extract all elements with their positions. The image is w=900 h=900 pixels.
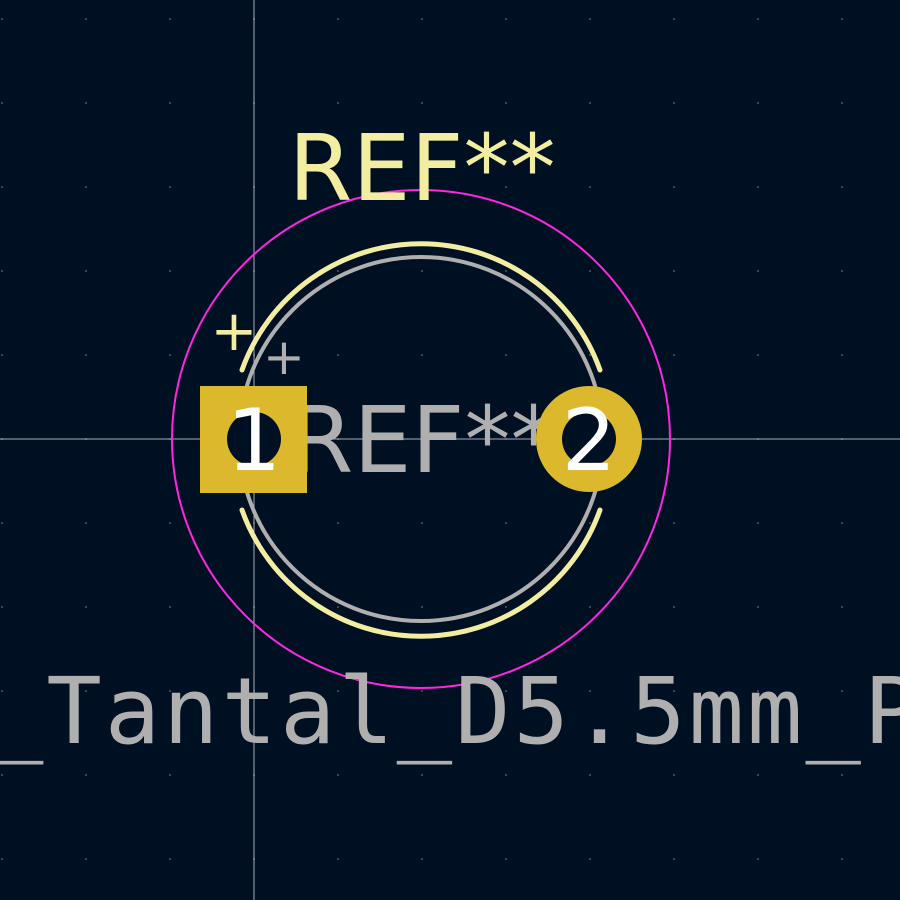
grid-dot (337, 102, 339, 104)
grid-dot (1, 18, 3, 20)
grid-dot (421, 774, 423, 776)
grid-dot (589, 774, 591, 776)
grid-dot (505, 270, 507, 272)
grid-dot (169, 186, 171, 188)
grid-dot (757, 18, 759, 20)
grid-dot (673, 270, 675, 272)
grid-dot (505, 102, 507, 104)
grid-dot (757, 606, 759, 608)
silkscreen-polarity-mark: + (211, 299, 258, 364)
grid-dot (757, 354, 759, 356)
grid-dot (505, 522, 507, 524)
grid-dot (505, 606, 507, 608)
grid-dot (841, 18, 843, 20)
grid-dot (673, 102, 675, 104)
grid-dot (85, 102, 87, 104)
grid-dot (1, 858, 3, 860)
grid-dot (421, 522, 423, 524)
grid-dot (589, 354, 591, 356)
grid-dot (673, 774, 675, 776)
grid-dot (421, 270, 423, 272)
grid-dot (85, 522, 87, 524)
grid-dot (169, 102, 171, 104)
grid-dot (421, 102, 423, 104)
grid-dot (673, 18, 675, 20)
grid-dot (85, 354, 87, 356)
grid-dot (337, 18, 339, 20)
fab-polarity-mark: + (263, 328, 305, 386)
grid-dot (169, 354, 171, 356)
grid-dot (85, 774, 87, 776)
grid-dot (169, 270, 171, 272)
pcb-footprint-canvas[interactable]: + + REF** REF** 1 2 _Tantal_D5.5mm_P (0, 0, 900, 900)
grid-dot (841, 102, 843, 104)
grid-dot (169, 522, 171, 524)
grid-dot (757, 522, 759, 524)
grid-dot (673, 858, 675, 860)
grid-dot (505, 858, 507, 860)
grid-dot (1, 186, 3, 188)
grid-dot (841, 186, 843, 188)
grid-dot (757, 270, 759, 272)
grid-dot (85, 270, 87, 272)
pad-2-number: 2 (562, 391, 617, 491)
grid-dot (757, 858, 759, 860)
grid-dot (337, 354, 339, 356)
grid-dot (673, 606, 675, 608)
grid-dot (85, 606, 87, 608)
grid-dot (169, 606, 171, 608)
grid-dot (589, 102, 591, 104)
grid-dot (421, 354, 423, 356)
fab-reference-text[interactable]: REF** (290, 387, 557, 494)
grid-dot (421, 18, 423, 20)
pad-1[interactable]: 1 (200, 386, 307, 493)
footprint-view[interactable]: + + REF** REF** 1 2 _Tantal_D5.5mm_P (0, 0, 900, 900)
grid-dot (841, 354, 843, 356)
grid-dot (841, 774, 843, 776)
grid-dot (1, 102, 3, 104)
grid-dot (505, 18, 507, 20)
grid-dot (169, 18, 171, 20)
grid-dot (757, 774, 759, 776)
grid-dot (85, 18, 87, 20)
grid-dot (421, 606, 423, 608)
grid-dot (1, 354, 3, 356)
grid-dot (169, 774, 171, 776)
grid-dot (757, 102, 759, 104)
grid-dot (673, 186, 675, 188)
grid-dot (589, 270, 591, 272)
grid-dot (589, 18, 591, 20)
pad-2[interactable]: 2 (536, 386, 642, 492)
grid-dot (1, 606, 3, 608)
grid-dot (757, 186, 759, 188)
grid-dot (1, 522, 3, 524)
grid-dot (337, 858, 339, 860)
grid-dot (421, 858, 423, 860)
grid-dot (1, 774, 3, 776)
grid-dot (589, 858, 591, 860)
grid-dot (337, 270, 339, 272)
grid-dot (337, 522, 339, 524)
grid-dot (337, 774, 339, 776)
grid-dot (1, 270, 3, 272)
grid-dot (169, 858, 171, 860)
grid-dot (85, 186, 87, 188)
silkscreen-reference-text[interactable]: REF** (289, 115, 556, 222)
grid-dot (841, 606, 843, 608)
grid-dot (673, 354, 675, 356)
grid-dot (589, 522, 591, 524)
grid-dot (505, 774, 507, 776)
grid-dot (841, 270, 843, 272)
grid-dot (85, 858, 87, 860)
pad-1-number: 1 (227, 391, 282, 491)
grid-dot (841, 522, 843, 524)
grid-dot (337, 606, 339, 608)
grid-dot (505, 354, 507, 356)
grid-dot (589, 186, 591, 188)
value-text[interactable]: _Tantal_D5.5mm_P (0, 658, 900, 765)
grid-dot (589, 606, 591, 608)
grid-dot (673, 522, 675, 524)
grid-dot (841, 858, 843, 860)
